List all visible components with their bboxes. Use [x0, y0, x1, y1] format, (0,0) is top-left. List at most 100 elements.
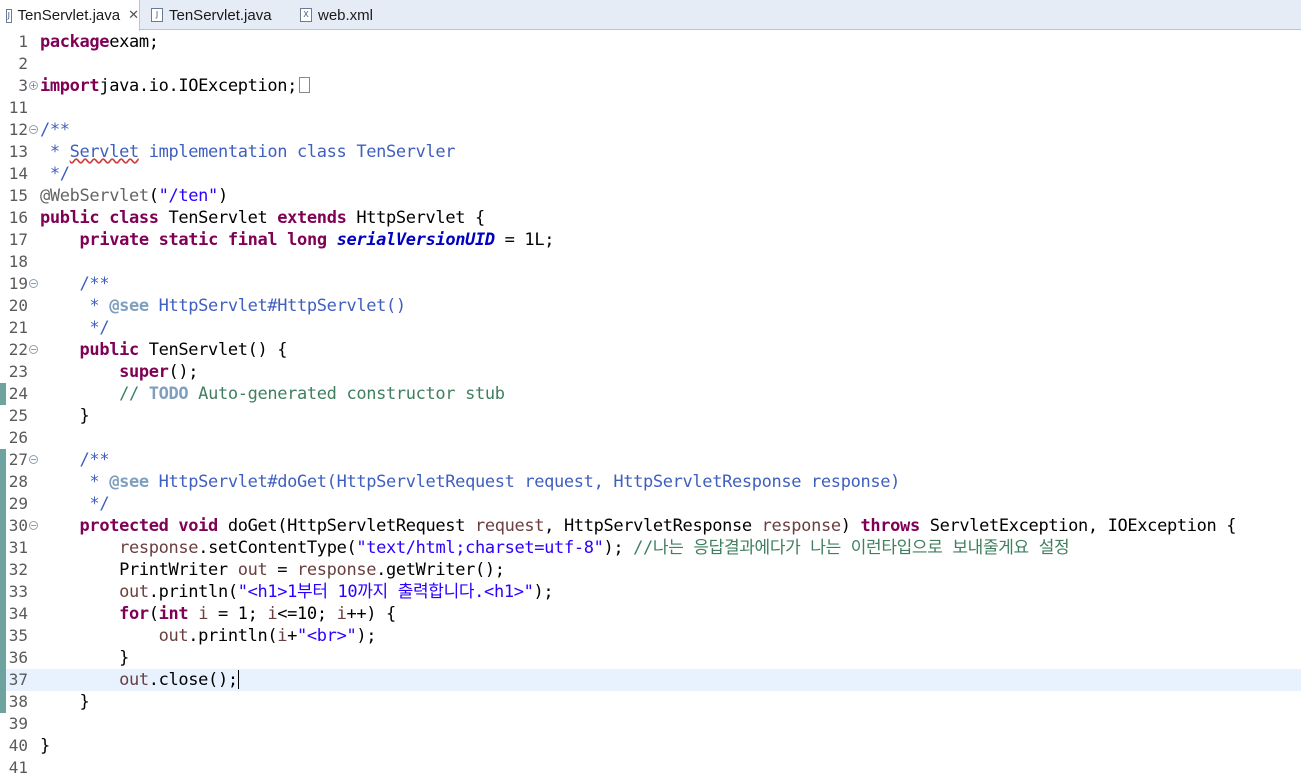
code-line[interactable]: 16 public class TenServlet extends HttpSe…: [0, 207, 1301, 229]
code-line[interactable]: 31 response.setContentType("text/html;ch…: [0, 537, 1301, 559]
code-line[interactable]: 32 PrintWriter out = response.getWriter(…: [0, 559, 1301, 581]
code-token: int: [158, 604, 189, 624]
code-token: ): [217, 186, 228, 206]
code-token: extends: [277, 208, 347, 228]
code-text: /**: [40, 119, 70, 141]
line-number: 25: [8, 406, 28, 425]
code-token: out: [119, 582, 149, 602]
code-line[interactable]: 41: [0, 757, 1301, 779]
code-editor[interactable]: 1 packageexam; 2 3 + importjava.io.IOExceptio…: [0, 31, 1301, 783]
code-line[interactable]: 21 */: [0, 317, 1301, 339]
code-line[interactable]: 25 }: [0, 405, 1301, 427]
code-token: response: [297, 560, 377, 580]
folded-imports-icon[interactable]: [299, 77, 311, 93]
code-token: */: [79, 318, 110, 338]
code-text: out.println("<h1>1부터 10까지 출력합니다.<h1>");: [40, 581, 554, 603]
code-token: Servlet: [69, 142, 140, 162]
code-text: out.close();: [40, 669, 239, 691]
line-number: 37: [8, 670, 28, 689]
line-number: 13: [8, 142, 28, 161]
code-line[interactable]: 12−/**: [0, 119, 1301, 141]
code-line[interactable]: 1 packageexam;: [0, 31, 1301, 53]
code-line[interactable]: 33 out.println("<h1>1부터 10까지 출력합니다.<h1>"…: [0, 581, 1301, 603]
collapse-fold-icon[interactable]: −: [29, 521, 38, 530]
code-line[interactable]: 22− public TenServlet() {: [0, 339, 1301, 361]
code-line[interactable]: 23 super();: [0, 361, 1301, 383]
line-number: 30: [8, 516, 28, 535]
collapse-fold-icon[interactable]: −: [29, 279, 38, 288]
code-token: @see: [109, 296, 149, 316]
code-token: .println(: [148, 582, 238, 602]
code-token: java.io.IOException;: [99, 76, 298, 96]
code-line[interactable]: 20 * @see HttpServlet#HttpServlet(): [0, 295, 1301, 317]
code-text: private static final long serialVersionU…: [40, 229, 555, 251]
code-line[interactable]: 37 out.close();: [0, 669, 1301, 691]
code-text: // TODO Auto-generated constructor stub: [40, 383, 505, 405]
tab-tenservlet-java[interactable]: J TenServlet.java: [145, 0, 295, 30]
code-line[interactable]: 14 */: [0, 163, 1301, 185]
code-token: //: [119, 384, 149, 404]
code-line[interactable]: 29 */: [0, 493, 1301, 515]
code-text: protected void doGet(HttpServletRequest …: [40, 515, 1237, 537]
code-line[interactable]: 17 private static final long serialVersi…: [0, 229, 1301, 251]
tab-web-xml[interactable]: X web.xml: [294, 0, 394, 30]
code-line[interactable]: 34 for(int i = 1; i<=10; i++) {: [0, 603, 1301, 625]
code-line[interactable]: 27− /**: [0, 449, 1301, 471]
line-number: 27: [8, 450, 28, 469]
code-text: }: [40, 691, 90, 713]
code-token: i: [277, 626, 288, 646]
line-number: 29: [8, 494, 28, 513]
code-line[interactable]: 36 }: [0, 647, 1301, 669]
code-token: }: [40, 736, 50, 756]
code-line[interactable]: 30− protected void doGet(HttpServletRequ…: [0, 515, 1301, 537]
close-tab-icon[interactable]: ✕: [128, 8, 139, 23]
code-token: "<h1>1부터 10까지 출력합니다.<h1>": [237, 582, 534, 602]
code-line[interactable]: 11: [0, 97, 1301, 119]
code-line[interactable]: 38 }: [0, 691, 1301, 713]
code-token: =: [267, 560, 298, 580]
code-text: public TenServlet() {: [40, 339, 288, 361]
code-token: response: [119, 538, 199, 558]
line-number: 15: [8, 186, 28, 205]
line-number: 35: [8, 626, 28, 645]
line-number: 33: [8, 582, 28, 601]
code-token: = 1L;: [494, 230, 555, 250]
code-line[interactable]: 3 + importjava.io.IOException;: [0, 75, 1301, 97]
code-line[interactable]: 19− /**: [0, 273, 1301, 295]
code-line[interactable]: 26: [0, 427, 1301, 449]
code-line[interactable]: 28 * @see HttpServlet#doGet(HttpServletR…: [0, 471, 1301, 493]
line-number: 2: [18, 54, 28, 73]
code-token: "/ten": [158, 186, 219, 206]
code-token: PrintWriter: [40, 560, 238, 580]
expand-fold-icon[interactable]: +: [29, 81, 38, 90]
code-token: throws: [860, 516, 921, 536]
collapse-fold-icon[interactable]: −: [29, 345, 38, 354]
code-line[interactable]: 2: [0, 53, 1301, 75]
code-line[interactable]: 18: [0, 251, 1301, 273]
code-token: //나는 응답결과에다가 나는 이런타입으로 보내줄게요 설정: [633, 538, 1070, 558]
code-token: }: [40, 406, 90, 426]
collapse-fold-icon[interactable]: −: [29, 125, 38, 134]
code-token: class: [109, 208, 159, 228]
code-line[interactable]: 24 // TODO Auto-generated constructor st…: [0, 383, 1301, 405]
code-line[interactable]: 13 * Servlet implementation class TenSer…: [0, 141, 1301, 163]
code-token: i: [336, 604, 347, 624]
code-line[interactable]: 15 @WebServlet("/ten"): [0, 185, 1301, 207]
code-token: out: [237, 560, 268, 580]
code-line[interactable]: 40}: [0, 735, 1301, 757]
code-line[interactable]: 39: [0, 713, 1301, 735]
code-token: );: [603, 538, 634, 558]
collapse-fold-icon[interactable]: −: [29, 455, 38, 464]
code-token: package: [40, 32, 110, 52]
code-token: , HttpServletResponse: [544, 516, 762, 536]
code-token: TODO: [148, 384, 189, 404]
code-line[interactable]: 35 out.println(i+"<br>");: [0, 625, 1301, 647]
tab-tenservlet-java-active[interactable]: J TenServlet.java ✕: [0, 0, 140, 31]
